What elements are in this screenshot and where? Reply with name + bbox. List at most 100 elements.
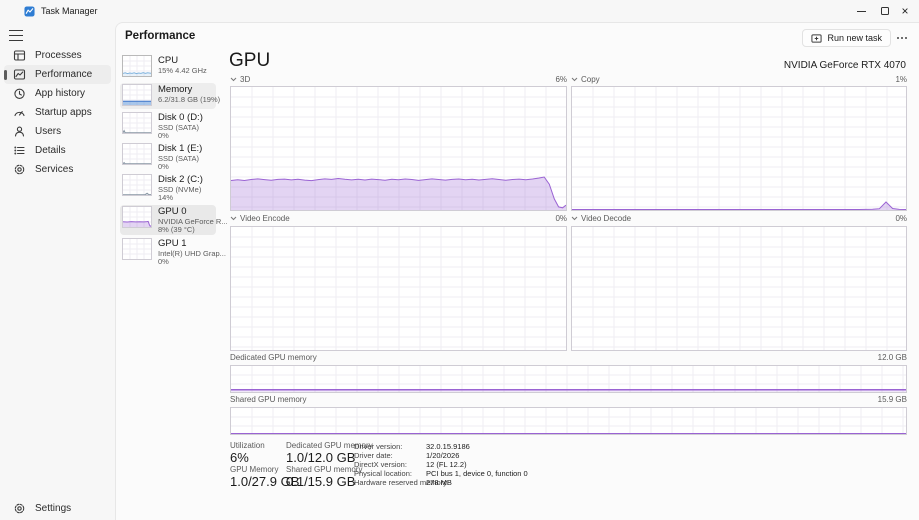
perf-item-gpu0[interactable]: GPU 0 NVIDIA GeForce R... 8% (39 °C) — [120, 205, 228, 235]
chart-header-3d: 3D 6% — [230, 75, 567, 85]
sidebar-item-users[interactable]: Users — [4, 122, 111, 141]
chart-header-video-encode: Video Encode 0% — [230, 214, 567, 224]
directx-version-value: 12 (FL 12.2) — [426, 460, 467, 469]
chart-value-3d: 6% — [555, 75, 567, 84]
minimize-button[interactable] — [849, 0, 873, 22]
perf-item-gpu1[interactable]: GPU 1 Intel(R) UHD Grap... 0% — [120, 237, 226, 267]
window-title: Task Manager — [41, 6, 98, 16]
shared-stat-value: 0.1/15.9 GB — [286, 474, 356, 489]
directx-version-label: DirectX version: — [354, 460, 407, 469]
close-button[interactable]: × — [893, 0, 917, 22]
sidebar-item-label: Details — [35, 145, 66, 156]
close-icon: × — [901, 4, 909, 18]
app-history-icon — [14, 88, 25, 99]
driver-date-label: Driver date: — [354, 451, 393, 460]
gpu-video-decode-chart — [571, 226, 907, 351]
sidebar-item-startup-apps[interactable]: Startup apps — [4, 103, 111, 122]
perf-item-disk2[interactable]: Disk 2 (C:) SSD (NVMe) 14% — [120, 173, 216, 203]
hw-reserved-value: 278 MB — [426, 478, 452, 487]
memory-mini-chart — [122, 84, 152, 106]
perf-item-detail2: 0% — [158, 162, 169, 171]
perf-item-name: Memory — [158, 84, 193, 95]
physical-location-value: PCI bus 1, device 0, function 0 — [426, 469, 528, 478]
gpu-3d-chart — [230, 86, 567, 211]
services-icon — [14, 164, 25, 175]
gpu-video-encode-chart — [230, 226, 567, 351]
minimize-icon — [856, 10, 866, 12]
perf-item-cpu[interactable]: CPU 15% 4.42 GHz — [120, 54, 216, 80]
ellipsis-icon — [897, 37, 907, 39]
perf-item-detail2: 0% — [158, 131, 169, 140]
task-manager-window: Task Manager × Processes Performance App… — [0, 0, 919, 520]
chart-header-copy: Copy 1% — [571, 75, 907, 85]
settings-label: Settings — [35, 503, 72, 514]
startup-apps-icon — [14, 111, 25, 117]
processes-icon — [13, 50, 26, 61]
titlebar: Task Manager × — [0, 0, 919, 22]
more-options-button[interactable] — [893, 29, 911, 47]
shared-memory-chart — [230, 407, 907, 435]
performance-icon — [13, 69, 26, 80]
perf-item-disk1[interactable]: Disk 1 (E:) SSD (SATA) 0% — [120, 142, 216, 172]
driver-version-label: Driver version: — [354, 442, 403, 451]
sidebar-item-details[interactable]: Details — [4, 141, 111, 160]
perf-item-name: CPU — [158, 55, 179, 66]
run-new-task-icon — [811, 33, 823, 43]
gpu-memory-label: GPU Memory — [230, 465, 279, 474]
details-icon — [14, 146, 25, 155]
chevron-down-icon — [230, 216, 237, 221]
perf-item-detail: 6.2/31.8 GB (19%) — [158, 95, 221, 104]
sidebar-item-app-history[interactable]: App history — [4, 84, 111, 103]
chevron-down-icon — [571, 77, 578, 82]
sidebar-item-processes[interactable]: Processes — [4, 46, 111, 65]
task-manager-app-icon — [24, 6, 35, 17]
sidebar-item-label: Services — [35, 164, 74, 175]
chevron-down-icon — [571, 216, 578, 221]
sidebar-item-label: Processes — [35, 50, 82, 61]
gpu-page-title: GPU — [229, 50, 271, 71]
disk2-mini-chart — [122, 174, 152, 196]
dedicated-stat-value: 1.0/12.0 GB — [286, 450, 356, 465]
driver-date-value: 1/20/2026 — [426, 451, 460, 460]
sidebar-item-performance[interactable]: Performance — [4, 65, 111, 84]
dedicated-memory-chart — [230, 365, 907, 393]
disk0-mini-chart — [122, 112, 152, 134]
main-panel: Performance Run new task CPU 15% 4.42 GH… — [115, 22, 919, 520]
gpu-device-name: NVIDIA GeForce RTX 4070 — [783, 60, 906, 71]
perf-item-disk0[interactable]: Disk 0 (D:) SSD (SATA) 0% — [120, 111, 216, 141]
chart-value-copy: 1% — [895, 75, 907, 84]
perf-item-name: Disk 0 (D:) — [158, 112, 203, 123]
settings-gear-icon — [14, 503, 25, 514]
sidebar-item-label: App history — [35, 88, 86, 99]
gpu-copy-chart — [571, 86, 907, 211]
nav-hamburger-button[interactable] — [9, 30, 23, 41]
sidebar-item-label: Startup apps — [35, 107, 92, 118]
utilization-label: Utilization — [230, 441, 265, 450]
driver-version-value: 32.0.15.9186 — [426, 442, 470, 451]
dedicated-memory-scale: 12.0 GB — [877, 353, 907, 362]
utilization-value: 6% — [230, 450, 249, 465]
chart-value-video-decode: 0% — [895, 214, 907, 223]
shared-memory-header: Shared GPU memory 15.9 GB — [230, 395, 907, 404]
sidebar-item-settings[interactable]: Settings — [4, 499, 111, 518]
gpu0-mini-chart — [122, 206, 152, 228]
perf-item-detail2: 14% — [158, 193, 174, 202]
gpu1-mini-chart — [122, 238, 152, 260]
perf-item-detail2: 0% — [158, 257, 169, 266]
perf-item-name: Disk 1 (E:) — [158, 143, 203, 154]
users-icon — [14, 126, 25, 137]
chevron-down-icon — [230, 77, 237, 82]
run-new-task-label: Run new task — [827, 33, 882, 43]
run-new-task-button[interactable]: Run new task — [802, 29, 891, 47]
shared-stat-label: Shared GPU memory — [286, 465, 363, 474]
disk1-mini-chart — [122, 143, 152, 165]
perf-item-detail2: 8% (39 °C) — [158, 225, 195, 234]
cpu-mini-chart — [122, 55, 152, 77]
perf-item-name: GPU 1 — [158, 238, 187, 249]
perf-item-memory[interactable]: Memory 6.2/31.8 GB (19%) — [120, 83, 220, 109]
sidebar-item-services[interactable]: Services — [4, 160, 111, 179]
chart-value-video-encode: 0% — [555, 214, 567, 223]
page-title: Performance — [125, 30, 196, 42]
perf-item-name: Disk 2 (C:) — [158, 174, 203, 185]
physical-location-label: Physical location: — [354, 469, 412, 478]
